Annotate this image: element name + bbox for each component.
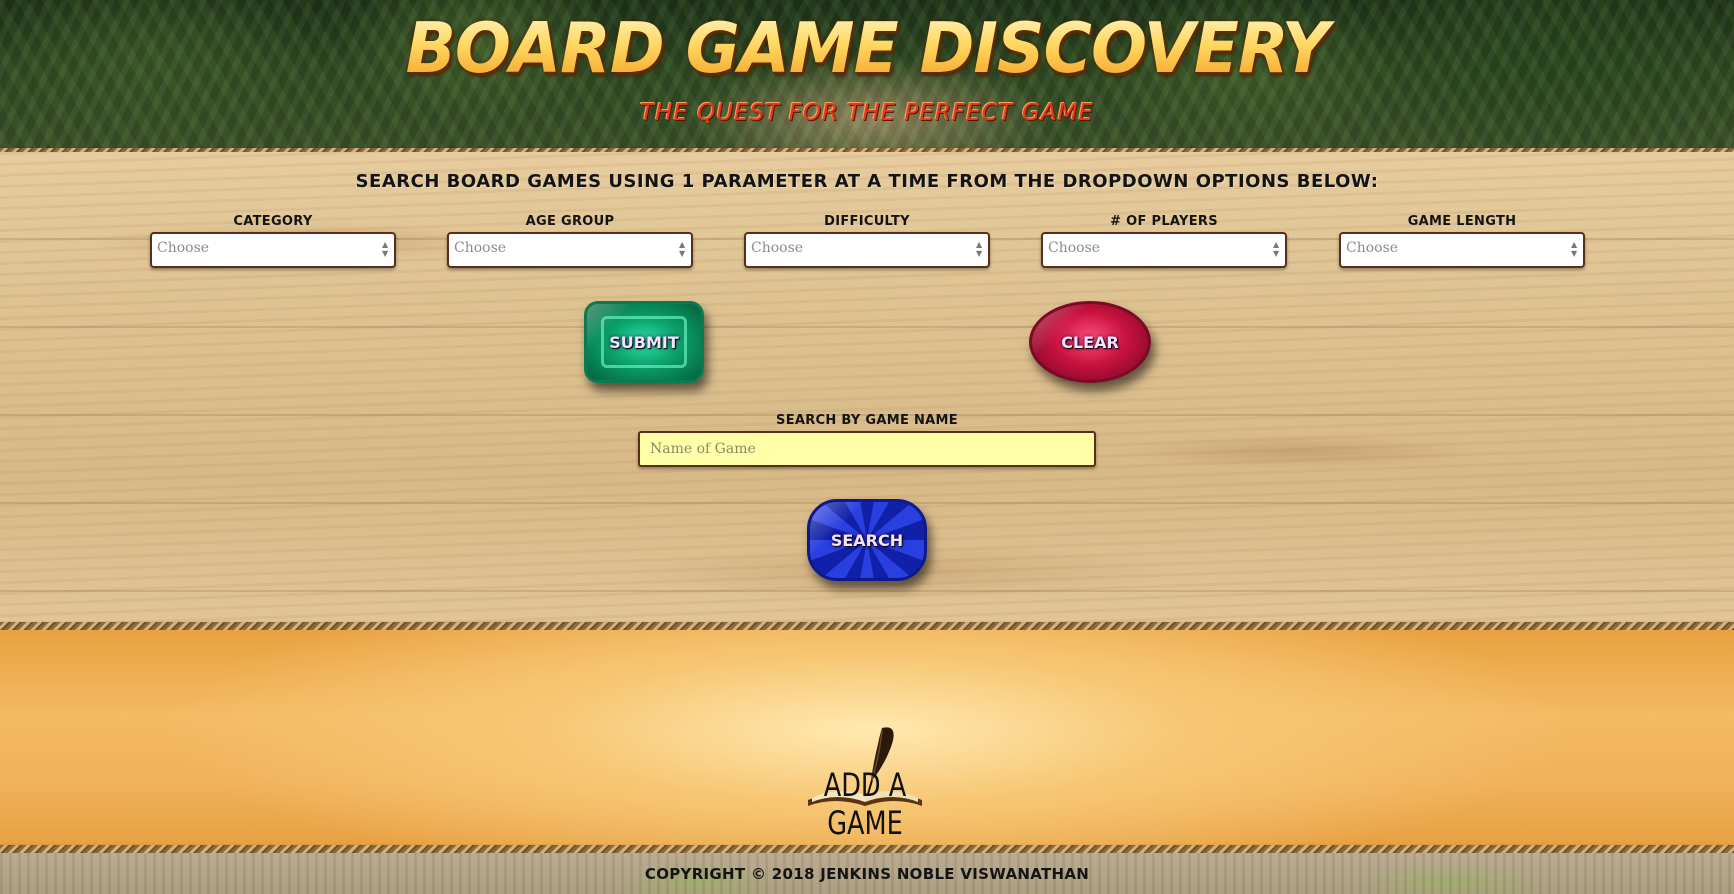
select-value: Choose <box>1346 240 1399 256</box>
submit-label: SUBMIT <box>609 332 679 352</box>
filter-players: # OF PLAYERS Choose ▲ ▼ <box>1041 214 1287 268</box>
filter-label: AGE GROUP <box>525 214 615 229</box>
add-game-label: ADD A GAME <box>823 766 907 842</box>
search-button[interactable]: SEARCH <box>807 499 927 581</box>
filter-game-length: GAME LENGTH Choose ▲ ▼ <box>1339 214 1585 268</box>
search-label: SEARCH <box>830 530 904 550</box>
rope-divider-middle <box>0 622 1734 630</box>
clear-label: CLEAR <box>1061 332 1119 352</box>
select-value: Choose <box>1048 240 1101 256</box>
select-arrows-icon: ▲ ▼ <box>976 240 983 258</box>
select-arrows-icon: ▲ ▼ <box>382 240 389 258</box>
submit-button[interactable]: SUBMIT <box>584 301 704 383</box>
select-arrows-icon: ▲ ▼ <box>679 240 686 258</box>
game-name-label: SEARCH BY GAME NAME <box>776 413 958 428</box>
select-value: Choose <box>454 240 507 256</box>
select-arrows-icon: ▲ ▼ <box>1273 240 1280 258</box>
clear-button[interactable]: CLEAR <box>1029 301 1151 383</box>
filter-label: CATEGORY <box>233 214 313 229</box>
select-value: Choose <box>751 240 804 256</box>
filter-age-group: AGE GROUP Choose ▲ ▼ <box>447 214 693 268</box>
difficulty-select[interactable]: Choose ▲ ▼ <box>744 232 990 268</box>
site-footer: COPYRIGHT © 2018 JENKINS NOBLE VISWANATH… <box>0 853 1734 894</box>
game-length-select[interactable]: Choose ▲ ▼ <box>1339 232 1585 268</box>
add-game-link[interactable]: ADD A GAME <box>790 722 940 842</box>
site-subtitle: THE QUEST FOR THE PERFECT GAME <box>640 100 1094 126</box>
filter-category: CATEGORY Choose ▲ ▼ <box>150 214 396 268</box>
filter-label: # OF PLAYERS <box>1110 214 1218 229</box>
game-name-input[interactable] <box>638 431 1096 467</box>
search-panel: SEARCH BOARD GAMES USING 1 PARAMETER AT … <box>0 152 1734 622</box>
filter-difficulty: DIFFICULTY Choose ▲ ▼ <box>744 214 990 268</box>
category-select[interactable]: Choose ▲ ▼ <box>150 232 396 268</box>
site-header: BOARD GAME DISCOVERY THE QUEST FOR THE P… <box>0 0 1734 148</box>
filter-label: DIFFICULTY <box>824 214 910 229</box>
site-title: BOARD GAME DISCOVERY <box>0 8 1734 89</box>
players-select[interactable]: Choose ▲ ▼ <box>1041 232 1287 268</box>
add-game-section: ADD A GAME <box>0 630 1734 845</box>
rope-divider-bottom <box>0 845 1734 853</box>
age-group-select[interactable]: Choose ▲ ▼ <box>447 232 693 268</box>
select-value: Choose <box>157 240 210 256</box>
select-arrows-icon: ▲ ▼ <box>1571 240 1578 258</box>
copyright-text: COPYRIGHT © 2018 JENKINS NOBLE VISWANATH… <box>644 865 1090 883</box>
filter-label: GAME LENGTH <box>1407 214 1517 229</box>
search-instructions: SEARCH BOARD GAMES USING 1 PARAMETER AT … <box>355 171 1379 192</box>
